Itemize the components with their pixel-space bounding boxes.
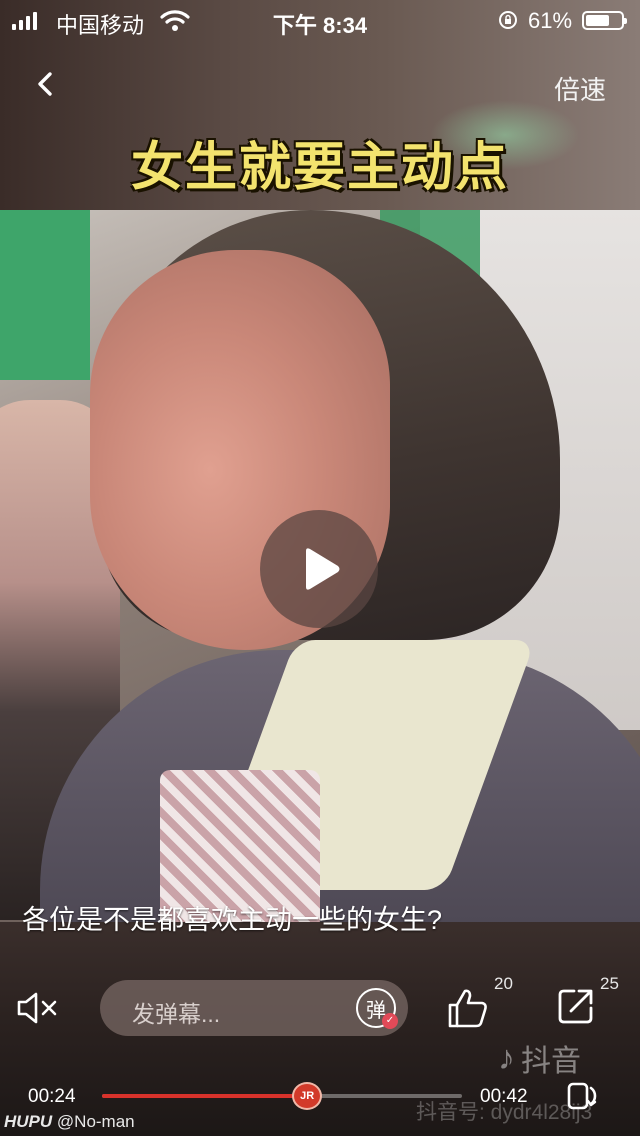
battery-icon [582, 11, 627, 30]
progress-fill [102, 1094, 308, 1098]
check-badge-icon: ✓ [382, 1013, 398, 1029]
rotation-lock-icon [499, 11, 517, 29]
footer-brand: HUPU [4, 1112, 53, 1131]
back-chevron-icon[interactable] [26, 64, 66, 104]
progress-thumb[interactable]: JR [292, 1082, 323, 1110]
rotate-fullscreen-icon[interactable] [566, 1080, 600, 1110]
total-time: 00:42 [480, 1086, 528, 1107]
music-note-icon: ♪ [498, 1038, 515, 1077]
share-icon[interactable] [556, 986, 596, 1026]
douyin-logo-text: 抖音 [521, 1045, 581, 1078]
footer-user: @No-man [56, 1112, 135, 1131]
like-count: 20 [494, 974, 513, 993]
video-subtitle: 各位是不是都喜欢主动一些的女生? [22, 905, 443, 935]
danmaku-input[interactable]: 发弹幕... 弹 ✓ [100, 980, 408, 1036]
douyin-watermark-logo: ♪ 抖音 [498, 1036, 581, 1080]
play-icon [306, 548, 340, 590]
playback-speed-button[interactable]: 倍速 [554, 70, 606, 107]
speaker-muted-icon[interactable] [16, 990, 60, 1026]
battery-percent: 61% [528, 8, 573, 33]
video-background-sign [0, 210, 90, 380]
play-button[interactable] [260, 510, 378, 628]
progress-bar[interactable]: JR [102, 1082, 462, 1110]
video-title: 女生就要主动点 [130, 139, 509, 197]
thumbs-up-icon[interactable] [446, 986, 490, 1030]
danmaku-toggle-button[interactable]: 弹 ✓ [356, 988, 398, 1029]
share-count: 25 [600, 974, 619, 993]
footer-watermark: HUPU @No-man [4, 1112, 135, 1132]
current-time: 00:24 [28, 1086, 76, 1107]
status-bar: 中国移动 下午 8:34 61% [0, 0, 640, 40]
danmaku-placeholder: 发弹幕... [132, 1001, 221, 1027]
